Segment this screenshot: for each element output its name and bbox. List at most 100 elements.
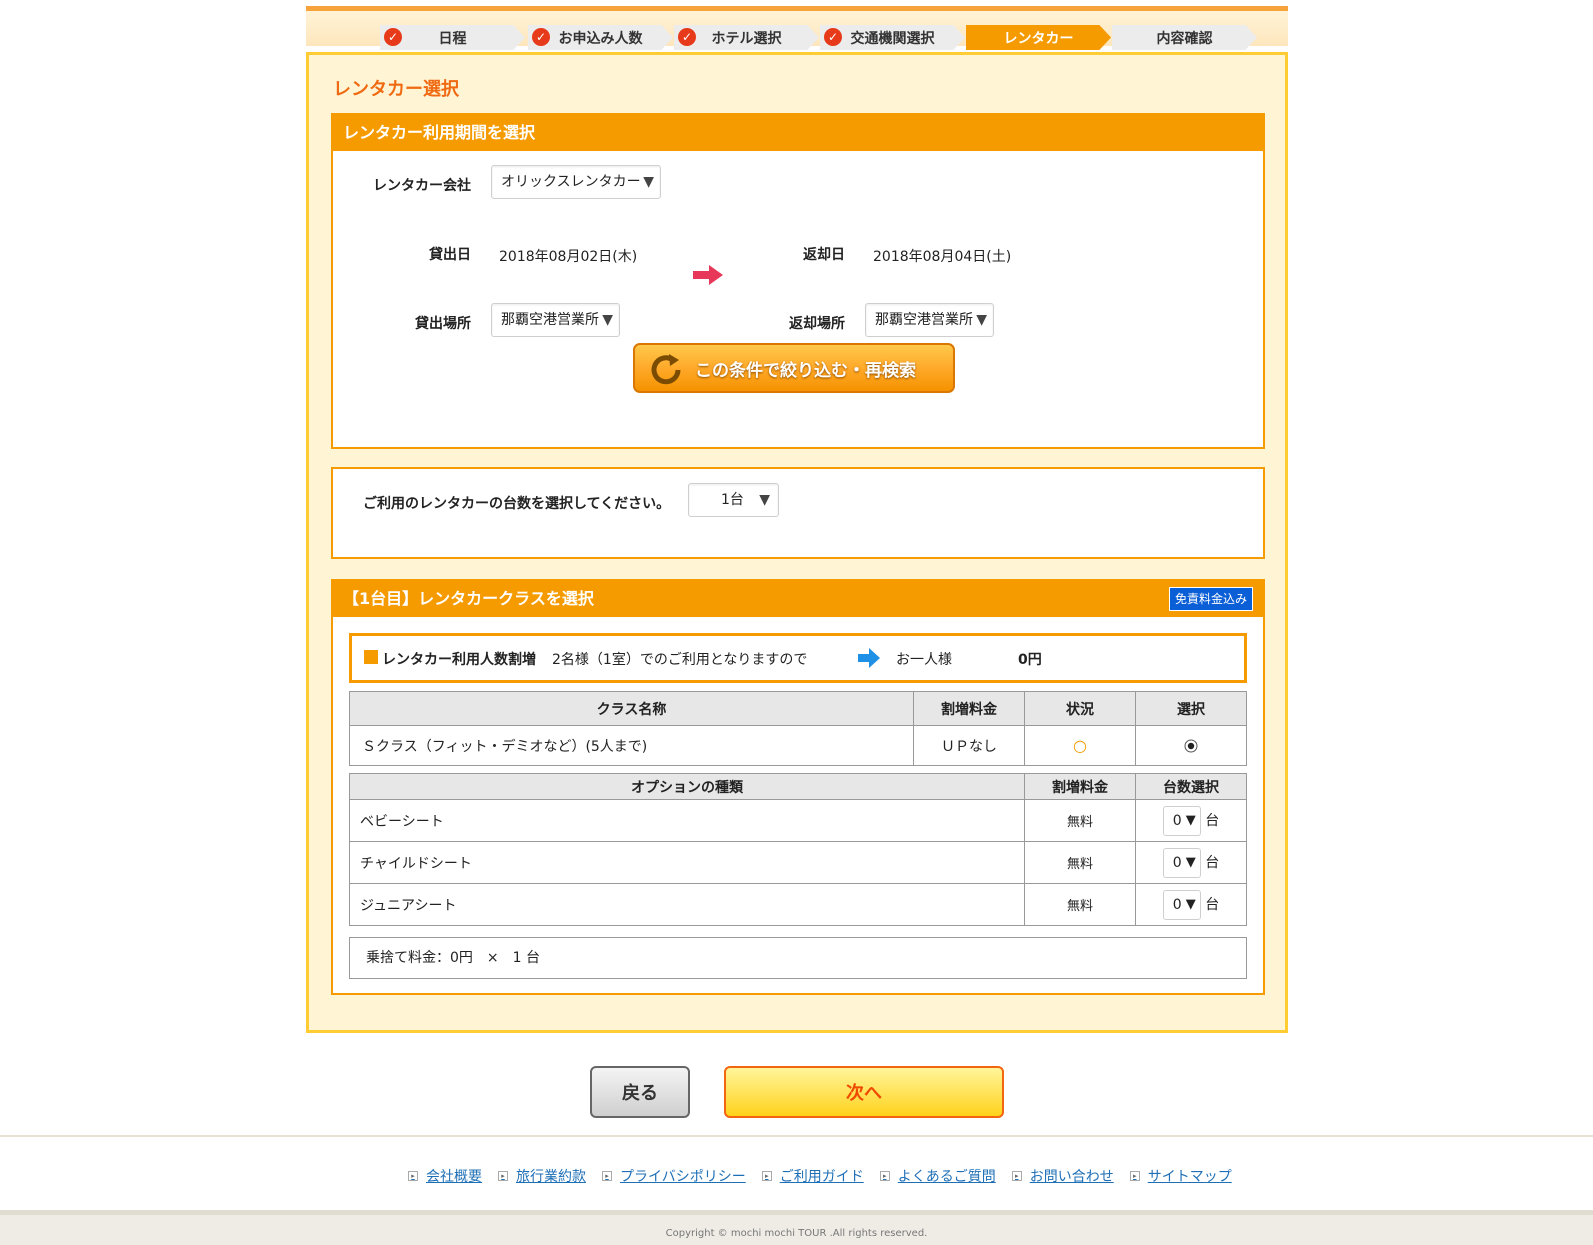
section-title: レンタカー利用期間を選択	[333, 115, 1263, 151]
class-surcharge: ＵＰなし	[913, 725, 1025, 766]
link-arrow-icon: ▸	[1129, 1171, 1140, 1181]
triangle-down-icon: ▼	[1185, 896, 1196, 912]
footer-link-contact[interactable]: ▸ お問い合わせ	[1011, 1166, 1114, 1186]
return-place-select[interactable]: 那覇空港営業所 ▼	[865, 303, 994, 337]
table-row: チャイルドシート 無料 0 ▼ 台	[348, 841, 1247, 884]
next-button[interactable]: 次へ	[724, 1066, 1004, 1118]
option-price: 無料	[1024, 883, 1136, 926]
car-count-select[interactable]: 1台 ▼	[688, 483, 779, 517]
triangle-down-icon: ▼	[976, 312, 987, 328]
triangle-down-icon: ▼	[602, 312, 613, 328]
refresh-icon	[651, 354, 681, 385]
return-date: 2018年08月04日(土)	[873, 249, 1012, 265]
notice-per-person: お一人様	[896, 652, 952, 668]
step-label: ホテル選択	[711, 30, 782, 47]
option-qty-cell: 0 ▼ 台	[1135, 883, 1247, 926]
triangle-down-icon: ▼	[1185, 812, 1196, 828]
option-unit: 台	[1205, 854, 1220, 871]
step-label: 内容確認	[1156, 30, 1213, 47]
check-icon: ✓	[678, 28, 696, 46]
footer-link-guide[interactable]: ▸ ご利用ガイド	[761, 1166, 864, 1186]
back-button[interactable]: 戻る	[590, 1066, 690, 1118]
footer-link-terms[interactable]: ▸ 旅行業約款	[498, 1166, 586, 1186]
research-button[interactable]: この条件で絞り込む・再検索	[633, 343, 955, 393]
option-price: 無料	[1024, 799, 1136, 842]
pickup-date-label: 貸出日	[429, 247, 471, 263]
option-qty-select[interactable]: 0 ▼	[1162, 805, 1201, 836]
column-header: 選択	[1134, 691, 1248, 726]
step-schedule: ✓ 日程	[380, 25, 525, 50]
dropoff-fee: 乗捨て料金：0円 × 1 台	[349, 937, 1247, 979]
triangle-down-icon: ▼	[1185, 854, 1196, 870]
footer-link-label: 会社概要	[426, 1169, 482, 1185]
option-table-header: オプションの種類 割増料金 台数選択	[348, 773, 1247, 800]
option-qty-value: 0	[1172, 812, 1182, 829]
notice-amount: 0円	[1018, 652, 1042, 668]
pickup-place-select[interactable]: 那覇空港営業所 ▼	[491, 303, 620, 337]
footer-link-privacy[interactable]: ▸ プライバシポリシー	[602, 1166, 746, 1186]
option-qty-value: 0	[1172, 854, 1182, 871]
column-header: 割増料金	[1024, 773, 1136, 800]
page-title: レンタカー選択	[333, 79, 459, 100]
arrow-right-icon	[858, 648, 880, 668]
footer-divider	[0, 1135, 1593, 1137]
check-icon: ✓	[532, 28, 550, 46]
column-header: 割増料金	[913, 691, 1025, 726]
check-icon: ✓	[824, 28, 842, 46]
copyright: Copyright © mochi mochi TOUR .All rights…	[0, 1210, 1593, 1245]
arrow-right-icon	[693, 265, 723, 285]
company-value: オリックスレンタカー	[501, 174, 641, 190]
footer-link-label: よくあるご質問	[897, 1169, 996, 1185]
car-count-value: 1台	[721, 492, 744, 508]
column-header: 台数選択	[1135, 773, 1247, 800]
table-row: Ｓクラス（フィット・デミオなど）(5人まで) ＵＰなし ○	[348, 725, 1248, 766]
link-arrow-icon: ▸	[879, 1171, 890, 1181]
research-button-label: この条件で絞り込む・再検索	[695, 360, 916, 381]
option-qty-select[interactable]: 0 ▼	[1162, 847, 1201, 878]
triangle-down-icon: ▼	[759, 492, 770, 508]
return-place-value: 那覇空港営業所	[875, 312, 973, 328]
footer-link-label: 旅行業約款	[516, 1169, 586, 1185]
return-place-label: 返却場所	[789, 316, 845, 332]
step-transport: ✓ 交通機関選択	[820, 25, 965, 50]
pickup-date: 2018年08月02日(木)	[499, 249, 638, 265]
class-table-header: クラス名称 割増料金 状況 選択	[348, 691, 1248, 726]
surcharge-notice: レンタカー利用人数割増 2名様（1室）でのご利用となりますので お一人様 0円	[349, 633, 1247, 683]
column-header: オプションの種類	[348, 773, 1026, 800]
footer-link-sitemap[interactable]: ▸ サイトマップ	[1129, 1166, 1232, 1186]
car-class-section: 【1台目】レンタカークラスを選択 免責料金込み レンタカー利用人数割増 2名様（…	[331, 579, 1265, 995]
class-radio[interactable]	[1184, 739, 1198, 753]
company-label: レンタカー会社	[373, 178, 471, 194]
car-count-section: ご利用のレンタカーの台数を選択してください。 1台 ▼	[331, 467, 1265, 559]
option-name: ベビーシート	[348, 799, 1026, 842]
main-panel: レンタカー選択 レンタカー利用期間を選択 レンタカー会社 オリックスレンタカー …	[306, 52, 1288, 1033]
table-row: ジュニアシート 無料 0 ▼ 台	[348, 883, 1247, 926]
footer-link-faq[interactable]: ▸ よくあるご質問	[879, 1166, 996, 1186]
class-name: Ｓクラス（フィット・デミオなど）(5人まで)	[348, 725, 915, 766]
availability-status: ○	[1024, 725, 1136, 766]
pickup-place-value: 那覇空港営業所	[501, 312, 599, 328]
notice-text: 2名様（1室）でのご利用となりますので	[552, 652, 808, 668]
rental-period-section: レンタカー利用期間を選択 レンタカー会社 オリックスレンタカー ▼ 貸出日 20…	[331, 113, 1265, 449]
option-qty-cell: 0 ▼ 台	[1135, 799, 1247, 842]
square-icon	[364, 650, 378, 664]
step-label: お申込み人数	[558, 30, 643, 47]
company-select[interactable]: オリックスレンタカー ▼	[491, 165, 661, 199]
step-label: 交通機関選択	[850, 30, 935, 47]
step-progress-bar: ✓ 日程 ✓ お申込み人数 ✓ ホテル選択 ✓ 交通機関選択 レンタカー 内容確…	[306, 6, 1288, 50]
option-qty-select[interactable]: 0 ▼	[1162, 889, 1201, 920]
link-arrow-icon: ▸	[498, 1171, 508, 1181]
link-arrow-icon: ▸	[1011, 1171, 1022, 1181]
option-name: ジュニアシート	[348, 883, 1026, 926]
notice-label: レンタカー利用人数割増	[382, 652, 536, 668]
insurance-included-badge: 免責料金込み	[1168, 587, 1253, 611]
step-hotel: ✓ ホテル選択	[674, 25, 819, 50]
footer-link-label: お問い合わせ	[1029, 1169, 1114, 1185]
footer-link-company[interactable]: ▸ 会社概要	[408, 1166, 482, 1186]
return-date-label: 返却日	[803, 247, 845, 263]
column-header: クラス名称	[348, 691, 915, 726]
option-unit: 台	[1205, 896, 1220, 913]
table-row: ベビーシート 無料 0 ▼ 台	[348, 799, 1247, 842]
option-table: オプションの種類 割増料金 台数選択 ベビーシート 無料 0 ▼ 台 チャイルドシ…	[348, 773, 1247, 926]
pickup-place-label: 貸出場所	[415, 316, 471, 332]
